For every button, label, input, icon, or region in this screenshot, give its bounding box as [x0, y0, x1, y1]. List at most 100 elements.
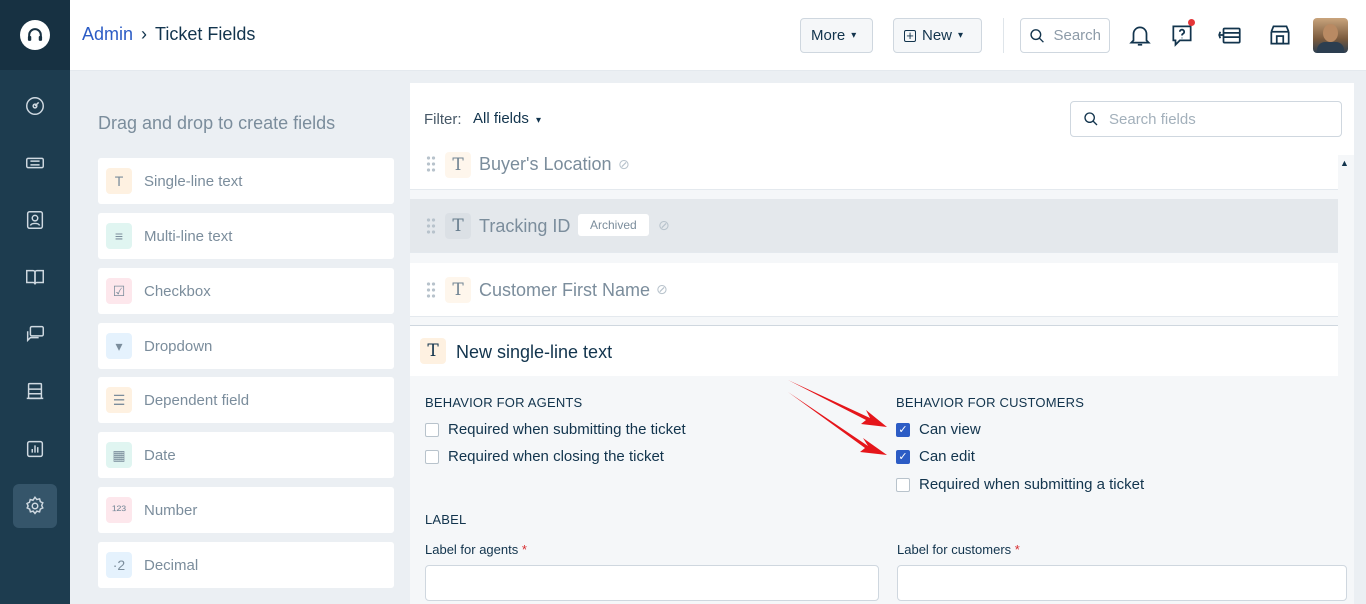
field-name: Customer First Name: [479, 280, 651, 300]
top-bar: Admin › Ticket Fields More ▾ + New ▾ Sea…: [70, 0, 1366, 71]
decimal-icon: ·2: [106, 552, 132, 578]
agent-required-submit-option[interactable]: Required when submitting the ticket: [425, 421, 686, 438]
fields-panel: Filter: All fields ▾ Search fields T Buy…: [410, 83, 1354, 604]
new-field-header: T New single-line text: [410, 326, 1338, 376]
customer-can-view-option[interactable]: ✓ Can view: [896, 421, 981, 438]
multiline-icon: ≡: [106, 223, 132, 249]
agent-required-close-option[interactable]: Required when closing the ticket: [425, 448, 664, 465]
admin-settings-icon[interactable]: [13, 484, 57, 528]
user-avatar[interactable]: [1313, 18, 1348, 53]
label-for-customers-input[interactable]: [897, 565, 1347, 601]
checkbox[interactable]: [425, 449, 439, 464]
divider: [1003, 18, 1004, 53]
customer-can-edit-option[interactable]: ✓ Can edit: [896, 448, 975, 465]
checkbox-icon: ☑: [106, 278, 132, 304]
notification-dot: [1188, 19, 1195, 26]
eye-slash-icon: ⊘: [618, 156, 630, 172]
palette-item-label: Dropdown: [144, 337, 213, 355]
palette-item[interactable]: ▾ Dropdown: [98, 323, 394, 369]
label-for-agents-input[interactable]: [425, 565, 879, 601]
text-field-icon: T: [420, 338, 446, 364]
palette-item[interactable]: ☰ Dependent field: [98, 377, 394, 423]
headset-icon: [20, 20, 50, 50]
palette-item-label: Checkbox: [144, 282, 211, 300]
new-button[interactable]: + New ▾: [893, 18, 982, 53]
chevron-down-icon: ▾: [958, 30, 964, 41]
palette-item[interactable]: ≡ Multi-line text: [98, 213, 394, 259]
tickets-icon[interactable]: [13, 141, 57, 185]
archived-badge: Archived: [578, 214, 649, 236]
eye-slash-icon: ⊘: [656, 281, 668, 297]
palette-item-label: Date: [144, 446, 176, 464]
apps-switcher-icon[interactable]: [1215, 20, 1245, 50]
filter-dropdown[interactable]: All fields ▾: [473, 110, 541, 127]
search-fields-input[interactable]: Search fields: [1070, 101, 1342, 137]
chevron-down-icon: ▾: [851, 30, 857, 41]
palette-item[interactable]: ¹²³ Number: [98, 487, 394, 533]
calendar-icon: ▦: [106, 442, 132, 468]
more-button[interactable]: More ▾: [800, 18, 873, 53]
scroll-up-arrow-icon[interactable]: ▲: [1340, 158, 1349, 168]
search-fields-placeholder: Search fields: [1109, 110, 1196, 128]
agents-behavior-title: BEHAVIOR FOR AGENTS: [425, 395, 583, 410]
filter-value: All fields: [473, 110, 529, 127]
label-for-customers-label: Label for customers *: [897, 542, 1020, 557]
app-logo[interactable]: [0, 0, 70, 70]
palette-item[interactable]: T Single-line text: [98, 158, 394, 204]
new-button-label: New: [922, 27, 953, 44]
global-search-button[interactable]: Search: [1020, 18, 1110, 53]
chevron-right-icon: ›: [141, 24, 148, 44]
text-field-icon: T: [445, 277, 471, 303]
plus-square-icon: +: [904, 29, 916, 42]
search-icon: [1084, 112, 1098, 126]
marketplace-icon[interactable]: [1265, 20, 1295, 50]
checkbox[interactable]: [425, 422, 439, 437]
label-for-agents-label: Label for agents *: [425, 542, 527, 557]
reports-icon[interactable]: [13, 427, 57, 471]
notifications-icon[interactable]: [1125, 20, 1155, 50]
chevron-down-icon: ▾: [536, 115, 542, 126]
breadcrumb-admin-link[interactable]: Admin: [82, 24, 133, 45]
breadcrumb: Admin › Ticket Fields: [82, 24, 255, 45]
knowledge-base-icon[interactable]: [13, 255, 57, 299]
checkbox-checked[interactable]: ✓: [896, 449, 910, 464]
checkbox[interactable]: [896, 477, 910, 492]
field-row-customer-first-name[interactable]: T Customer First Name ⊘: [410, 263, 1338, 317]
left-nav: [0, 0, 70, 604]
eye-slash-icon: ⊘: [658, 217, 670, 233]
filter-label: Filter:: [424, 111, 462, 128]
palette-item-label: Number: [144, 501, 198, 519]
field-row-tracking-id[interactable]: T Tracking ID Archived ⊘: [410, 199, 1338, 253]
drag-handle-icon[interactable]: [426, 281, 436, 299]
palette-item-label: Multi-line text: [144, 227, 233, 245]
palette-item[interactable]: ▦ Date: [98, 432, 394, 478]
assets-icon[interactable]: [13, 369, 57, 413]
label-section-title: LABEL: [425, 512, 467, 527]
field-name: Tracking ID: [479, 216, 571, 236]
conversations-icon[interactable]: [13, 312, 57, 356]
palette-title: Drag and drop to create fields: [98, 113, 336, 133]
option-label: Required when submitting a ticket: [919, 476, 1145, 493]
dropdown-icon: ▾: [106, 333, 132, 359]
text-field-icon: T: [445, 152, 471, 178]
customers-behavior-title: BEHAVIOR FOR CUSTOMERS: [896, 395, 1085, 410]
customer-required-submit-option[interactable]: Required when submitting a ticket: [896, 476, 1144, 493]
option-label: Can view: [919, 421, 981, 438]
global-search-placeholder: Search: [1053, 27, 1101, 44]
checkbox-checked[interactable]: ✓: [896, 422, 910, 437]
text-field-icon: T: [445, 213, 471, 239]
drag-handle-icon[interactable]: [426, 155, 436, 173]
new-field-editor: T New single-line text BEHAVIOR FOR AGEN…: [410, 325, 1347, 604]
contacts-icon[interactable]: [13, 198, 57, 242]
palette-item[interactable]: ·2 Decimal: [98, 542, 394, 588]
field-row-buyers-location[interactable]: T Buyer's Location ⊘: [410, 146, 1338, 190]
dashboard-icon[interactable]: [13, 84, 57, 128]
palette-item[interactable]: ☑ Checkbox: [98, 268, 394, 314]
search-icon: [1030, 28, 1044, 43]
more-button-label: More: [811, 27, 846, 44]
drag-handle-icon[interactable]: [426, 217, 436, 235]
page-title: Ticket Fields: [155, 24, 256, 44]
field-name: Buyer's Location: [479, 154, 612, 174]
option-label: Required when closing the ticket: [448, 448, 664, 465]
filter-bar: Filter: All fields ▾ Search fields: [410, 83, 1354, 155]
